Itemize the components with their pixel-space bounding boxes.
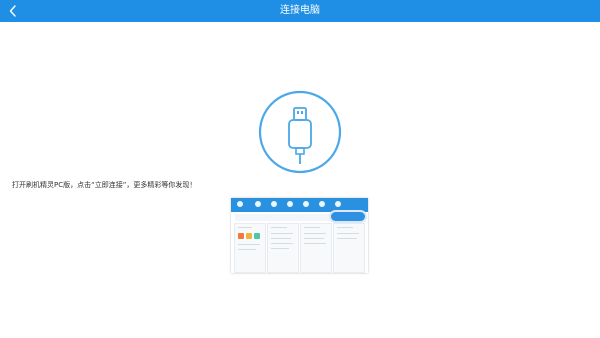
chevron-left-icon [9,5,16,17]
preview-connect-button [331,212,365,221]
preview-card [300,223,332,273]
preview-tab-icon [287,201,293,207]
preview-tab-icon [319,201,325,207]
preview-tab-icon [303,201,309,207]
preview-tab-icon [335,201,341,207]
preview-card [267,223,299,273]
preview-toolbar [231,198,368,212]
usb-illustration [258,90,342,174]
usb-plug-icon [258,90,342,174]
preview-tab-icon [255,201,261,207]
preview-card [333,223,365,273]
title-bar: 连接电脑 [0,0,600,22]
preview-card [234,223,266,273]
page-title: 连接电脑 [280,5,320,16]
pc-client-preview[interactable] [231,198,368,273]
connect-pc-screen: 连接电脑 打开刷机精灵PC版，点击“立即连接”，更多精彩等你发现！ [0,0,600,338]
preview-tab-icon [271,201,277,207]
preview-logo-icon [237,201,243,207]
back-button[interactable] [4,0,22,22]
instruction-text: 打开刷机精灵PC版，点击“立即连接”，更多精彩等你发现！ [12,181,197,189]
